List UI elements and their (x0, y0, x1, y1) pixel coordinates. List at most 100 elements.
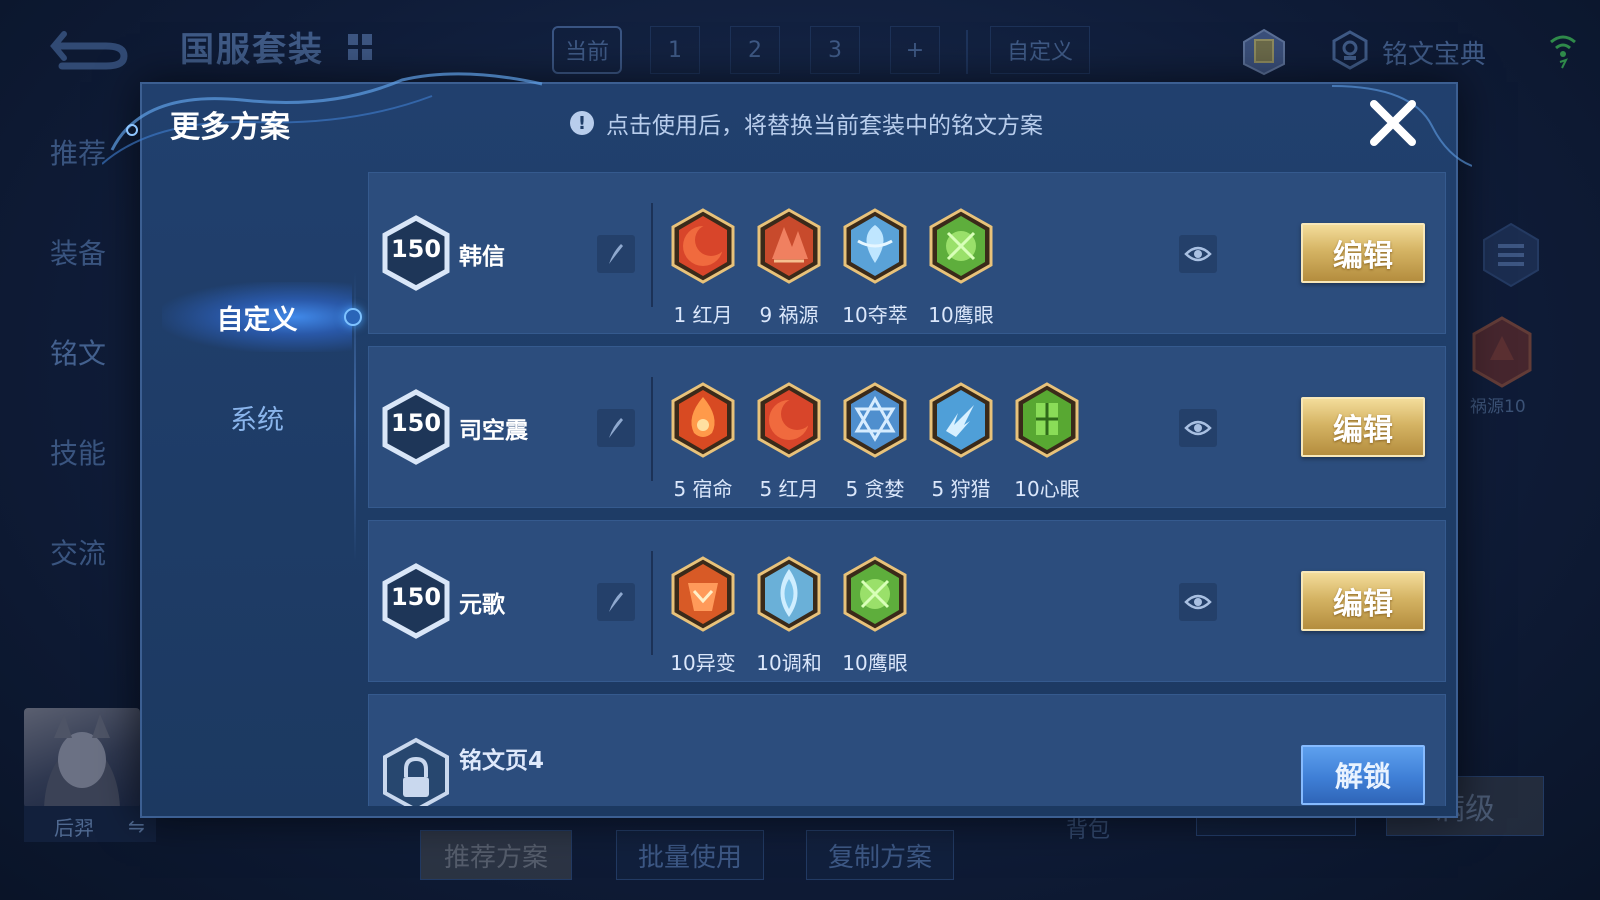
tab-3[interactable]: 3 (810, 26, 860, 74)
menu-icon[interactable] (1476, 220, 1546, 290)
rune-name: 贪婪 (864, 477, 905, 501)
edit-button[interactable]: 编辑 (1301, 571, 1425, 631)
rune-count: 10 (756, 651, 782, 675)
tab-custom[interactable]: 自定义 (990, 26, 1090, 74)
rune-count: 10 (842, 303, 868, 327)
red-moon-rune-icon (757, 382, 821, 458)
preview-eye-icon[interactable] (1179, 235, 1217, 273)
codex-label[interactable]: 铭文宝典 (1382, 34, 1486, 71)
rename-pen-icon[interactable] (597, 583, 635, 621)
rune-item[interactable]: 1 红月 (667, 207, 739, 327)
rename-pen-icon[interactable] (597, 235, 635, 273)
tab-current[interactable]: 当前 (552, 26, 622, 74)
tab-add[interactable]: + (890, 26, 940, 74)
rune-label: 10心眼 (991, 473, 1103, 502)
lock-icon (383, 737, 449, 806)
tab-2[interactable]: 2 (730, 26, 780, 74)
notice-text: 点击使用后，将替换当前套装中的铭文方案 (606, 113, 1043, 139)
rune-item[interactable]: 10鹰眼 (839, 555, 911, 675)
harmony-rune-icon (757, 556, 821, 632)
rune-label: 10鹰眼 (819, 647, 931, 676)
side-nav-equipment[interactable]: 装备 (50, 232, 106, 272)
tab-1[interactable]: 1 (650, 26, 700, 74)
plan-name: 司空震 (459, 418, 528, 444)
right-rune-label: 祸源10 (1470, 397, 1526, 417)
greed-rune-icon (843, 382, 907, 458)
tab-custom-plans[interactable]: 自定义 (162, 282, 352, 352)
plan-name: 元歌 (459, 592, 505, 618)
copy-plan-button[interactable]: 复制方案 (806, 830, 954, 880)
hero-name: 后羿 (54, 816, 94, 840)
rename-pen-icon[interactable] (597, 409, 635, 447)
rune-name: 异变 (695, 651, 736, 675)
rune-count: 5 (759, 477, 773, 501)
hero-portrait[interactable] (24, 708, 140, 808)
side-nav-recommend[interactable]: 推荐 (50, 132, 106, 172)
rune-item[interactable]: 5 贪婪 (839, 381, 911, 501)
preview-eye-icon[interactable] (1179, 409, 1217, 447)
back-arrow-icon[interactable] (48, 24, 132, 70)
plunder-rune-icon (843, 208, 907, 284)
rune-item[interactable]: 5 红月 (753, 381, 825, 501)
wifi-icon (1550, 35, 1576, 69)
tab-divider (966, 30, 968, 74)
rune-level: 150 (390, 235, 442, 263)
rune-name: 红月 (692, 303, 733, 327)
side-nav-community[interactable]: 交流 (50, 532, 106, 572)
rune-item[interactable]: 10调和 (753, 555, 825, 675)
rune-count: 10 (928, 303, 954, 327)
fate-rune-icon (671, 382, 735, 458)
batch-use-button[interactable]: 批量使用 (616, 830, 764, 880)
rune-item[interactable]: 10心眼 (1011, 381, 1083, 501)
rune-item[interactable]: 5 宿命 (667, 381, 739, 501)
rune-level: 150 (390, 583, 442, 611)
mind-eye-rune-icon (1015, 382, 1079, 458)
tab-system-plans[interactable]: 系统 (162, 382, 352, 452)
locked-plan-name: 铭文页4 (459, 748, 545, 774)
grid-icon[interactable] (348, 34, 374, 60)
plan-row: 150 元歌 10异变 10调和 10鹰眼 编辑 (368, 520, 1446, 682)
card-icon[interactable] (1240, 28, 1288, 76)
codex-icon[interactable] (1330, 30, 1370, 70)
rune-count: 5 (931, 477, 945, 501)
row-divider (651, 551, 653, 655)
rune-name: 红月 (778, 477, 819, 501)
recommend-plan-button[interactable]: 推荐方案 (420, 830, 572, 880)
info-icon: ! (570, 111, 594, 135)
row-divider (651, 377, 653, 481)
active-tab-indicator (344, 308, 362, 326)
calamity-source-rune-icon (757, 208, 821, 284)
rune-count: 10 (842, 651, 868, 675)
rune-name: 鹰眼 (953, 303, 994, 327)
side-nav-skills[interactable]: 技能 (50, 432, 106, 472)
rune-item[interactable]: 10夺萃 (839, 207, 911, 327)
top-bar: 国服套装 当前 1 2 3 + 自定义 铭文宝典 (0, 0, 1600, 92)
close-icon[interactable] (1366, 96, 1420, 150)
rune-name: 心眼 (1039, 477, 1080, 501)
preview-eye-icon[interactable] (1179, 583, 1217, 621)
eagle-eye-rune-icon (929, 208, 993, 284)
rune-count: 9 (759, 303, 773, 327)
plan-row: 150 司空震 5 宿命 5 红月 5 贪婪 5 狩猎 10心眼 编辑 (368, 346, 1446, 508)
unlock-button[interactable]: 解锁 (1301, 745, 1425, 805)
row-divider (651, 203, 653, 307)
rune-count: 1 (673, 303, 687, 327)
rune-item[interactable]: 10鹰眼 (925, 207, 997, 327)
edit-button[interactable]: 编辑 (1301, 397, 1425, 457)
rune-count: 10 (670, 651, 696, 675)
modal-title: 更多方案 (170, 110, 290, 145)
rune-count: 10 (1014, 477, 1040, 501)
plan-list[interactable]: 150 韩信 1 红月 9 祸源 10夺萃 10鹰眼 编辑 150 司空震 5 宿命 5 红月 5 … (368, 172, 1446, 806)
side-nav-runes[interactable]: 铭文 (50, 332, 106, 372)
plan-type-tabs: 自定义 系统 (142, 172, 362, 820)
rune-item[interactable]: 9 祸源 (753, 207, 825, 327)
rune-item[interactable]: 5 狩猎 (925, 381, 997, 501)
red-moon-rune-icon (671, 208, 735, 284)
eagle-eye-rune-icon (843, 556, 907, 632)
rune-count: 5 (845, 477, 859, 501)
rune-name: 祸源 (778, 303, 819, 327)
rune-item[interactable]: 10异变 (667, 555, 739, 675)
rune-name: 鹰眼 (867, 651, 908, 675)
suit-title: 国服套装 (180, 30, 324, 70)
edit-button[interactable]: 编辑 (1301, 223, 1425, 283)
